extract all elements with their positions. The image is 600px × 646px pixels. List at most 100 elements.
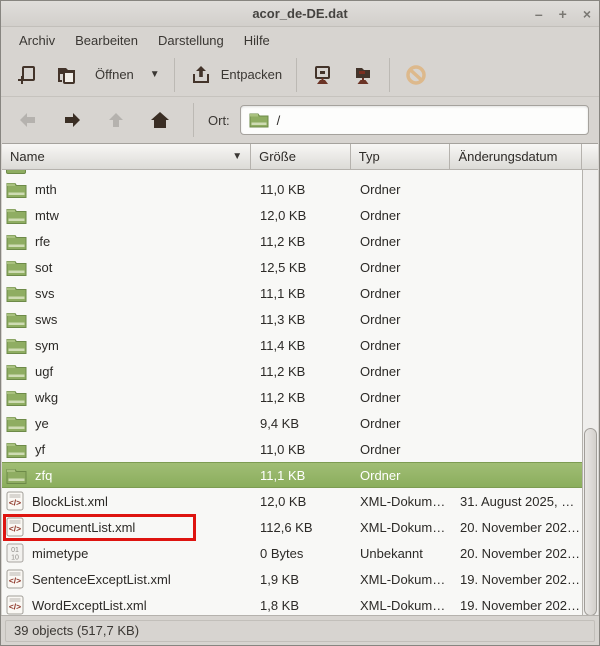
file-type-cell: Ordner — [352, 364, 452, 379]
file-type-cell: Ordner — [352, 260, 452, 275]
file-size-cell: 11,1 KB — [252, 468, 352, 483]
add-files-button[interactable] — [303, 57, 343, 93]
table-row[interactable]: </>BlockList.xml12,0 KBXML-Dokum…31. Aug… — [2, 488, 582, 514]
file-type-cell: Ordner — [352, 286, 452, 301]
toolbar-separator — [296, 58, 297, 92]
file-size-cell: 11,4 KB — [252, 338, 352, 353]
titlebar: acor_de-DE.dat – + × — [1, 1, 599, 27]
menu-item-darstellung[interactable]: Darstellung — [148, 29, 234, 52]
file-type-cell: Ordner — [352, 416, 452, 431]
xml-file-icon: </> — [6, 491, 24, 511]
table-row[interactable]: rfe11,2 KBOrdner — [2, 228, 582, 254]
table-row[interactable]: </>DocumentList.xml112,6 KBXML-Dokum…20.… — [2, 514, 582, 540]
folder-icon — [6, 415, 27, 432]
column-header-row: Name▼GrößeTypÄnderungsdatum — [2, 144, 598, 170]
add-folder-button[interactable] — [343, 57, 383, 93]
archive-manager-window: acor_de-DE.dat – + × ArchivBearbeitenDar… — [0, 0, 600, 646]
table-row[interactable]: mtw 12,0 KBOrdner — [2, 202, 582, 228]
folder-icon — [249, 112, 269, 128]
file-type-cell: Ordner — [352, 208, 452, 223]
table-row[interactable]: yf11,0 KBOrdner — [2, 436, 582, 462]
navigation-bar: Ort: / — [1, 97, 599, 143]
location-label: Ort: — [208, 113, 230, 128]
forward-button[interactable] — [55, 105, 89, 135]
file-name: rfe — [35, 234, 50, 249]
file-name-cell: ye — [2, 415, 252, 432]
folder-icon — [6, 311, 27, 328]
column-header-label: Name — [10, 149, 45, 164]
table-row[interactable]: svs11,1 KBOrdner — [2, 280, 582, 306]
file-type-cell: Ordner — [352, 442, 452, 457]
file-type-cell: Ordner — [352, 338, 452, 353]
location-input[interactable]: / — [240, 105, 589, 135]
maximize-button[interactable]: + — [559, 7, 567, 21]
menu-item-archiv[interactable]: Archiv — [9, 29, 65, 52]
table-row[interactable]: </>SentenceExceptList.xml1,9 KBXML-Dokum… — [2, 566, 582, 592]
table-row[interactable]: zfq11,1 KBOrdner — [2, 462, 582, 488]
file-name-cell: </>SentenceExceptList.xml — [2, 569, 252, 589]
file-type-cell: Ordner — [352, 312, 452, 327]
column-header-type[interactable]: Typ — [351, 144, 451, 169]
file-name-cell: </>WordExceptList.xml — [2, 595, 252, 615]
table-row[interactable]: ugf11,2 KBOrdner — [2, 358, 582, 384]
open-button[interactable]: Öffnen — [87, 61, 142, 88]
file-name-cell: sym — [2, 337, 252, 354]
file-type-cell: Unbekannt — [352, 546, 452, 561]
minimize-button[interactable]: – — [535, 7, 543, 21]
file-name-cell: 0110mimetype — [2, 543, 252, 563]
new-archive-button[interactable] — [7, 57, 47, 93]
toolbar-separator — [389, 58, 390, 92]
file-size-cell: 11,2 KB — [252, 364, 352, 379]
table-row[interactable]: wkg11,2 KBOrdner — [2, 384, 582, 410]
file-size-cell: 12,0 KB — [252, 208, 352, 223]
close-button[interactable]: × — [583, 7, 591, 21]
open-dropdown-button[interactable]: ▼ — [142, 63, 168, 86]
table-row[interactable]: </>WordExceptList.xml1,8 KBXML-Dokum…19.… — [2, 592, 582, 616]
column-header-name[interactable]: Name▼ — [2, 144, 251, 169]
stop-button — [396, 57, 436, 93]
scrollbar-thumb[interactable] — [584, 428, 597, 616]
table-row[interactable]: mth11,0 KBOrdner — [2, 176, 582, 202]
extract-button-label: Entpacken — [221, 67, 282, 82]
new-archive-icon — [15, 63, 39, 87]
file-type-cell: XML-Dokum… — [352, 598, 452, 613]
open-button-label: Öffnen — [95, 67, 134, 82]
svg-text:</>: </> — [9, 576, 21, 586]
file-name: zfq — [35, 468, 52, 483]
column-header-mod[interactable]: Änderungsdatum — [450, 144, 582, 169]
menu-item-bearbeiten[interactable]: Bearbeiten — [65, 29, 148, 52]
folder-icon — [6, 181, 27, 198]
file-name-cell: sot — [2, 259, 252, 276]
arrow-up-icon — [107, 110, 125, 130]
file-name-cell: sws — [2, 311, 252, 328]
folder-icon — [6, 441, 27, 458]
file-name-cell: wkg — [2, 389, 252, 406]
add-folder-icon — [351, 63, 375, 87]
file-size-cell: 9,4 KB — [252, 416, 352, 431]
file-name-cell: zfq — [2, 467, 252, 484]
file-name: yf — [35, 442, 45, 457]
svg-text:</>: </> — [9, 602, 21, 612]
folder-icon — [6, 259, 27, 276]
file-name: DocumentList.xml — [32, 520, 135, 535]
arrow-right-icon — [61, 111, 83, 129]
home-button[interactable] — [143, 105, 177, 135]
file-name: mimetype — [32, 546, 88, 561]
menu-item-hilfe[interactable]: Hilfe — [234, 29, 280, 52]
column-header-size[interactable]: Größe — [251, 144, 351, 169]
open-archive-button[interactable] — [47, 57, 87, 93]
table-row[interactable]: sym11,4 KBOrdner — [2, 332, 582, 358]
file-size-cell: 11,2 KB — [252, 234, 352, 249]
table-row[interactable]: sws11,3 KBOrdner — [2, 306, 582, 332]
chevron-down-icon: ▼ — [150, 69, 160, 80]
vertical-scrollbar[interactable] — [582, 170, 598, 616]
table-row[interactable]: sot12,5 KBOrdner — [2, 254, 582, 280]
file-name-cell: mth — [2, 181, 252, 198]
file-name: mtw — [35, 208, 59, 223]
file-name-cell: </>BlockList.xml — [2, 491, 252, 511]
extract-button[interactable]: Entpacken — [181, 57, 290, 93]
column-header-stub — [582, 144, 598, 169]
file-name-cell: ugf — [2, 363, 252, 380]
table-row[interactable]: ye9,4 KBOrdner — [2, 410, 582, 436]
table-row[interactable]: 0110mimetype0 BytesUnbekannt20. November… — [2, 540, 582, 566]
